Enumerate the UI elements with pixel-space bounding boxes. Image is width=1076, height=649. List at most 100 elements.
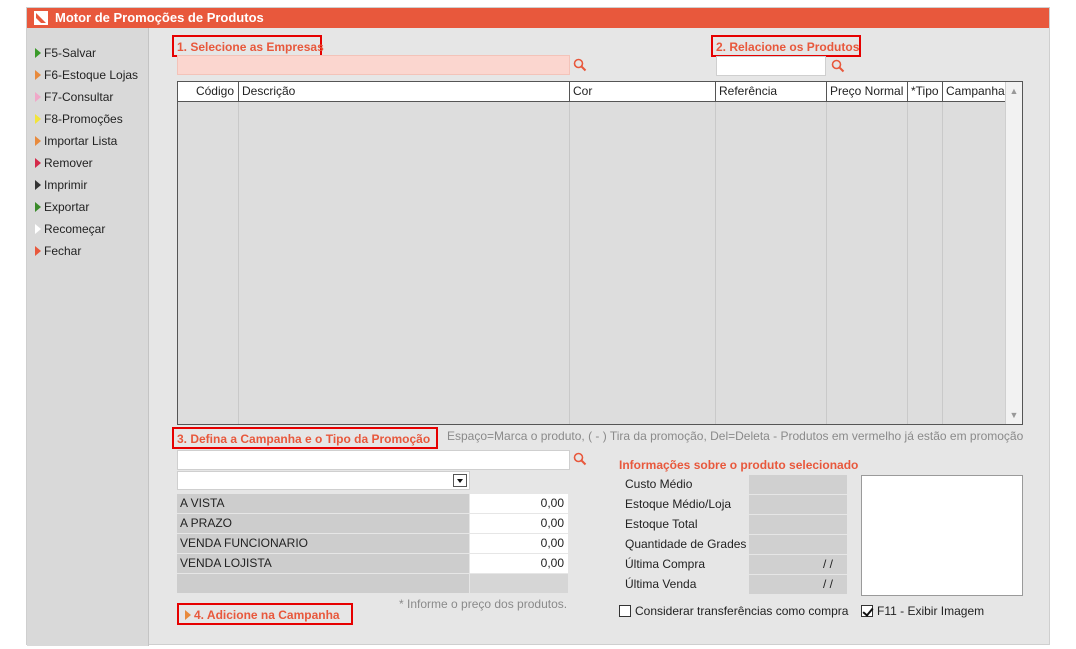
price-row: A PRAZO 0,00 <box>177 514 568 534</box>
info-label: Última Venda <box>619 575 747 594</box>
price-label: A VISTA <box>177 494 469 513</box>
info-label: Estoque Total <box>619 515 747 534</box>
campaign-field[interactable] <box>177 450 570 470</box>
menu-stock-stores[interactable]: F6-Estoque Lojas <box>35 66 138 84</box>
checkbox-label: Considerar transferências como compra <box>635 604 849 618</box>
info-value <box>749 515 847 534</box>
app-logo-icon <box>34 11 48 25</box>
companies-field[interactable] <box>177 55 570 75</box>
menu-print[interactable]: Imprimir <box>35 176 87 194</box>
scroll-up-icon[interactable]: ▲ <box>1008 84 1020 98</box>
price-row: VENDA LOJISTA 0,00 <box>177 554 568 574</box>
play-icon <box>35 48 41 58</box>
info-label: Quantidade de Grades <box>619 535 747 554</box>
info-row: Quantidade de Grades <box>619 535 847 555</box>
column-header-color[interactable]: Cor <box>569 82 715 101</box>
scroll-down-icon[interactable]: ▼ <box>1008 408 1020 422</box>
info-row: Estoque Total <box>619 515 847 535</box>
price-row: VENDA FUNCIONARIO 0,00 <box>177 534 568 554</box>
menu-import-list[interactable]: Importar Lista <box>35 132 117 150</box>
play-icon <box>35 70 41 80</box>
search-icon[interactable] <box>573 452 587 466</box>
products-grid[interactable]: Código Descrição Cor Referência Preço No… <box>177 81 1023 425</box>
info-label: Estoque Médio/Loja <box>619 495 747 514</box>
promotion-type-select[interactable] <box>177 471 470 490</box>
menu-remove[interactable]: Remover <box>35 154 93 172</box>
column-divider <box>942 102 943 424</box>
info-row: Custo Médio <box>619 475 847 495</box>
info-label: Última Compra <box>619 555 747 574</box>
step3-label: 3. Defina a Campanha e o Tipo da Promoçã… <box>172 427 438 449</box>
info-row: Estoque Médio/Loja <box>619 495 847 515</box>
play-icon <box>35 180 41 190</box>
checkbox-label: F11 - Exibir Imagem <box>877 604 985 618</box>
grid-scrollbar[interactable]: ▲ ▼ <box>1005 82 1022 424</box>
menu-label: Recomeçar <box>44 222 106 236</box>
search-icon[interactable] <box>831 59 845 73</box>
menu-label: Exportar <box>44 200 90 214</box>
play-icon <box>185 610 191 620</box>
info-value <box>749 475 847 494</box>
info-label: Custo Médio <box>619 475 747 494</box>
products-field[interactable] <box>716 56 826 76</box>
play-icon <box>35 202 41 212</box>
column-divider <box>569 102 570 424</box>
menu-consult[interactable]: F7-Consultar <box>35 88 113 106</box>
product-image-box <box>861 475 1023 596</box>
menu-export[interactable]: Exportar <box>35 198 89 216</box>
step1-label: 1. Selecione as Empresas <box>172 35 324 57</box>
column-divider <box>907 102 908 424</box>
menu-label: F6-Estoque Lojas <box>44 68 139 82</box>
price-row-empty <box>177 574 568 594</box>
price-value-field[interactable]: 0,00 <box>470 514 568 533</box>
column-header-reference[interactable]: Referência <box>715 82 826 101</box>
price-label: A PRAZO <box>177 514 469 533</box>
menu-restart[interactable]: Recomeçar <box>35 220 105 238</box>
menu-label: Importar Lista <box>44 134 118 148</box>
column-header-description[interactable]: Descrição <box>238 82 569 101</box>
menu-label: Remover <box>44 156 93 170</box>
show-image-checkbox[interactable]: F11 - Exibir Imagem <box>861 603 984 619</box>
play-icon <box>35 224 41 234</box>
info-row: Última Compra / / <box>619 555 847 575</box>
menu-label: Fechar <box>44 244 82 258</box>
menu-label: F8-Promoções <box>44 112 123 126</box>
step2-label: 2. Relacione os Produtos <box>711 35 861 57</box>
column-header-campaign[interactable]: Campanha <box>942 82 1006 101</box>
price-value-field[interactable]: 0,00 <box>470 494 568 513</box>
info-value <box>749 535 847 554</box>
checkbox-box[interactable] <box>861 605 873 617</box>
column-divider <box>826 102 827 424</box>
play-icon <box>35 136 41 146</box>
price-label: VENDA FUNCIONARIO <box>177 534 469 553</box>
price-label: VENDA LOJISTA <box>177 554 469 573</box>
menu-promotions[interactable]: F8-Promoções <box>35 110 123 128</box>
grid-header: Código Descrição Cor Referência Preço No… <box>178 82 1006 102</box>
main-window: Motor de Promoções de Produtos F5-Salvar… <box>26 7 1050 646</box>
column-header-normal-price[interactable]: Preço Normal <box>826 82 907 101</box>
column-divider <box>238 102 239 424</box>
info-value: / / <box>749 555 847 574</box>
add-to-campaign-button[interactable]: 4. Adicione na Campanha <box>177 603 353 625</box>
chevron-down-icon[interactable] <box>453 474 467 487</box>
menu-save[interactable]: F5-Salvar <box>35 44 96 62</box>
price-hint: * Informe o preço dos produtos. <box>399 597 568 611</box>
column-header-code[interactable]: Código <box>178 82 238 101</box>
menu-label: F7-Consultar <box>44 90 114 104</box>
play-icon <box>35 92 41 102</box>
price-label-empty <box>177 574 469 593</box>
price-value-field[interactable]: 0,00 <box>470 534 568 553</box>
price-row: A VISTA 0,00 <box>177 494 568 514</box>
info-value: / / <box>749 575 847 594</box>
price-value-empty <box>470 574 568 593</box>
column-header-type[interactable]: *Tipo <box>907 82 942 101</box>
checkbox-box[interactable] <box>619 605 631 617</box>
info-row: Última Venda / / <box>619 575 847 595</box>
keyboard-hint: Espaço=Marca o produto, ( - ) Tira da pr… <box>447 429 1024 443</box>
menu-close[interactable]: Fechar <box>35 242 81 260</box>
search-icon[interactable] <box>573 58 587 72</box>
transfers-as-purchase-checkbox[interactable]: Considerar transferências como compra <box>619 603 848 619</box>
price-value-field[interactable]: 0,00 <box>470 554 568 573</box>
add-to-campaign-label: 4. Adicione na Campanha <box>194 608 340 622</box>
sidebar: F5-Salvar F6-Estoque Lojas F7-Consultar … <box>27 28 149 646</box>
